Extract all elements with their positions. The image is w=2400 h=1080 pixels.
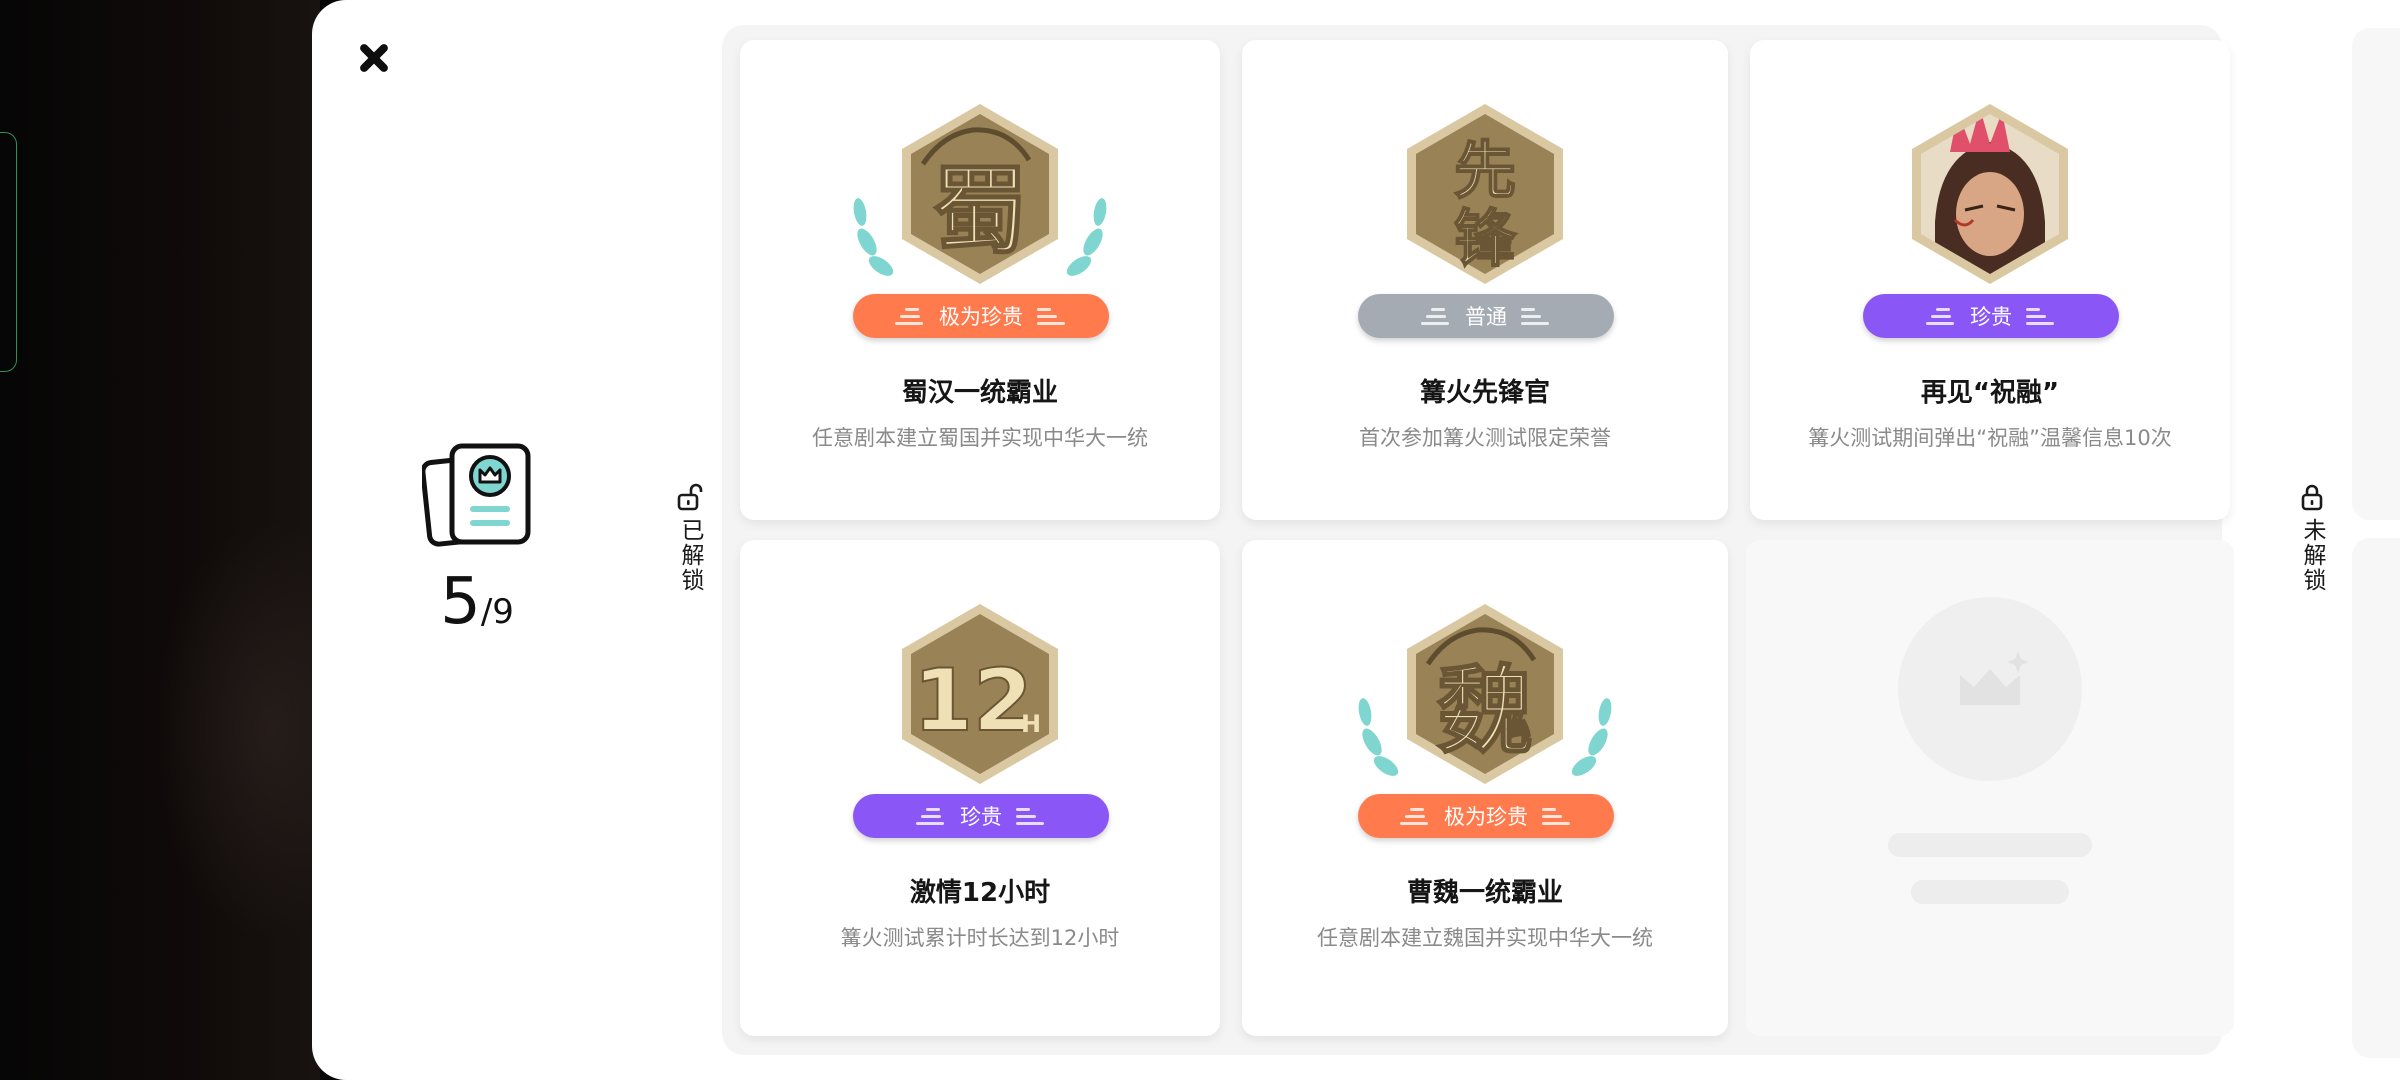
achievement-cards-icon	[422, 443, 531, 547]
rarity-badge: 极为珍贵	[1358, 794, 1614, 838]
description-placeholder	[1911, 880, 2069, 904]
achievement-description: 首次参加篝火测试限定荣誉	[1359, 426, 1611, 450]
crown-sparkle-icon	[1960, 651, 2029, 705]
achievement-card[interactable]: 魏 极为珍贵 曹魏一统霸业 任意剧本建立魏国并实现中华大一统	[1242, 540, 1728, 1036]
achievement-card[interactable]: 12 H 珍贵 激情12小时 篝火测试累计时长达到12小时	[740, 540, 1220, 1036]
rarity-badge: 普通	[1358, 294, 1614, 338]
badge-subglyph: H	[1021, 710, 1041, 738]
lock-icon	[2301, 484, 2323, 511]
total-count: /9	[480, 592, 514, 632]
achievement-title: 激情12小时	[909, 878, 1051, 908]
unlocked-label: 已解锁	[677, 518, 703, 593]
achievement-title: 篝火先锋官	[1419, 378, 1550, 408]
rarity-label: 普通	[1465, 305, 1507, 329]
achievement-counter: 5/9	[392, 565, 562, 639]
badge-glyph: 先	[1454, 134, 1516, 207]
12-hours-badge-icon: 12 H 珍贵	[845, 602, 1115, 838]
achievement-title: 曹魏一统霸业	[1406, 878, 1563, 908]
locked-card-peek	[2352, 538, 2400, 1058]
achievement-card[interactable]: 珍贵 再见“祝融” 篝火测试期间弹出“祝融”温馨信息10次	[1750, 40, 2230, 520]
achievement-description: 任意剧本建立魏国并实现中华大一统	[1317, 926, 1653, 950]
locked-section-label: 未解锁	[2292, 482, 2332, 593]
rarity-label: 极为珍贵	[1444, 805, 1528, 829]
shu-dragon-badge-icon: 蜀 极为珍贵	[845, 102, 1115, 338]
achievement-description: 任意剧本建立蜀国并实现中华大一统	[812, 426, 1148, 450]
rarity-label: 珍贵	[1970, 305, 2012, 329]
vanguard-badge-icon: 先 锋 普通	[1350, 102, 1620, 338]
achievement-description: 篝火测试累计时长达到12小时	[840, 926, 1120, 950]
close-icon[interactable]	[352, 36, 396, 80]
unlocked-count: 5	[440, 565, 481, 639]
badge-glyph: 魏	[1437, 654, 1533, 767]
locked-label: 未解锁	[2299, 518, 2325, 593]
achievement-description: 篝火测试期间弹出“祝融”温馨信息10次	[1808, 426, 2172, 450]
badge-glyph: 12	[913, 651, 1033, 751]
locked-achievement-placeholder	[1746, 540, 2234, 1036]
wei-dragon-badge-icon: 魏 极为珍贵	[1350, 602, 1620, 838]
locked-badge-placeholder	[1898, 597, 2082, 781]
rarity-label: 珍贵	[960, 805, 1002, 829]
rarity-label: 极为珍贵	[939, 305, 1023, 329]
unlocked-section-label: 已解锁	[670, 482, 710, 593]
title-placeholder	[1888, 833, 2092, 857]
unlocked-achievements-grid: 蜀 极为珍贵 蜀汉一统霸业 任意剧本建立蜀国并实现中华大一统 先 锋 普通 篝火…	[722, 25, 2234, 1055]
background-shadow	[150, 520, 320, 940]
rarity-badge: 珍贵	[853, 794, 1109, 838]
badge-glyph: 锋	[1454, 202, 1517, 275]
unlocked-lock-icon	[677, 483, 703, 511]
achievement-card[interactable]: 蜀 极为珍贵 蜀汉一统霸业 任意剧本建立蜀国并实现中华大一统	[740, 40, 1220, 520]
locked-card-peek	[2352, 28, 2400, 520]
background-panel-edge	[0, 132, 17, 372]
achievement-card[interactable]: 先 锋 普通 篝火先锋官 首次参加篝火测试限定荣誉	[1242, 40, 1728, 520]
badge-glyph: 蜀	[932, 154, 1028, 267]
zhurong-portrait-badge-icon: 珍贵	[1855, 102, 2125, 338]
rarity-badge: 极为珍贵	[853, 294, 1109, 338]
achievement-title: 蜀汉一统霸业	[901, 378, 1058, 408]
achievement-title: 再见“祝融”	[1920, 378, 2060, 408]
achievements-panel: 5/9 已解锁 未解锁 蜀 极为珍贵 蜀汉一统霸业 任意剧本建立蜀国并实现中华大…	[312, 0, 2400, 1080]
rarity-badge: 珍贵	[1863, 294, 2119, 338]
